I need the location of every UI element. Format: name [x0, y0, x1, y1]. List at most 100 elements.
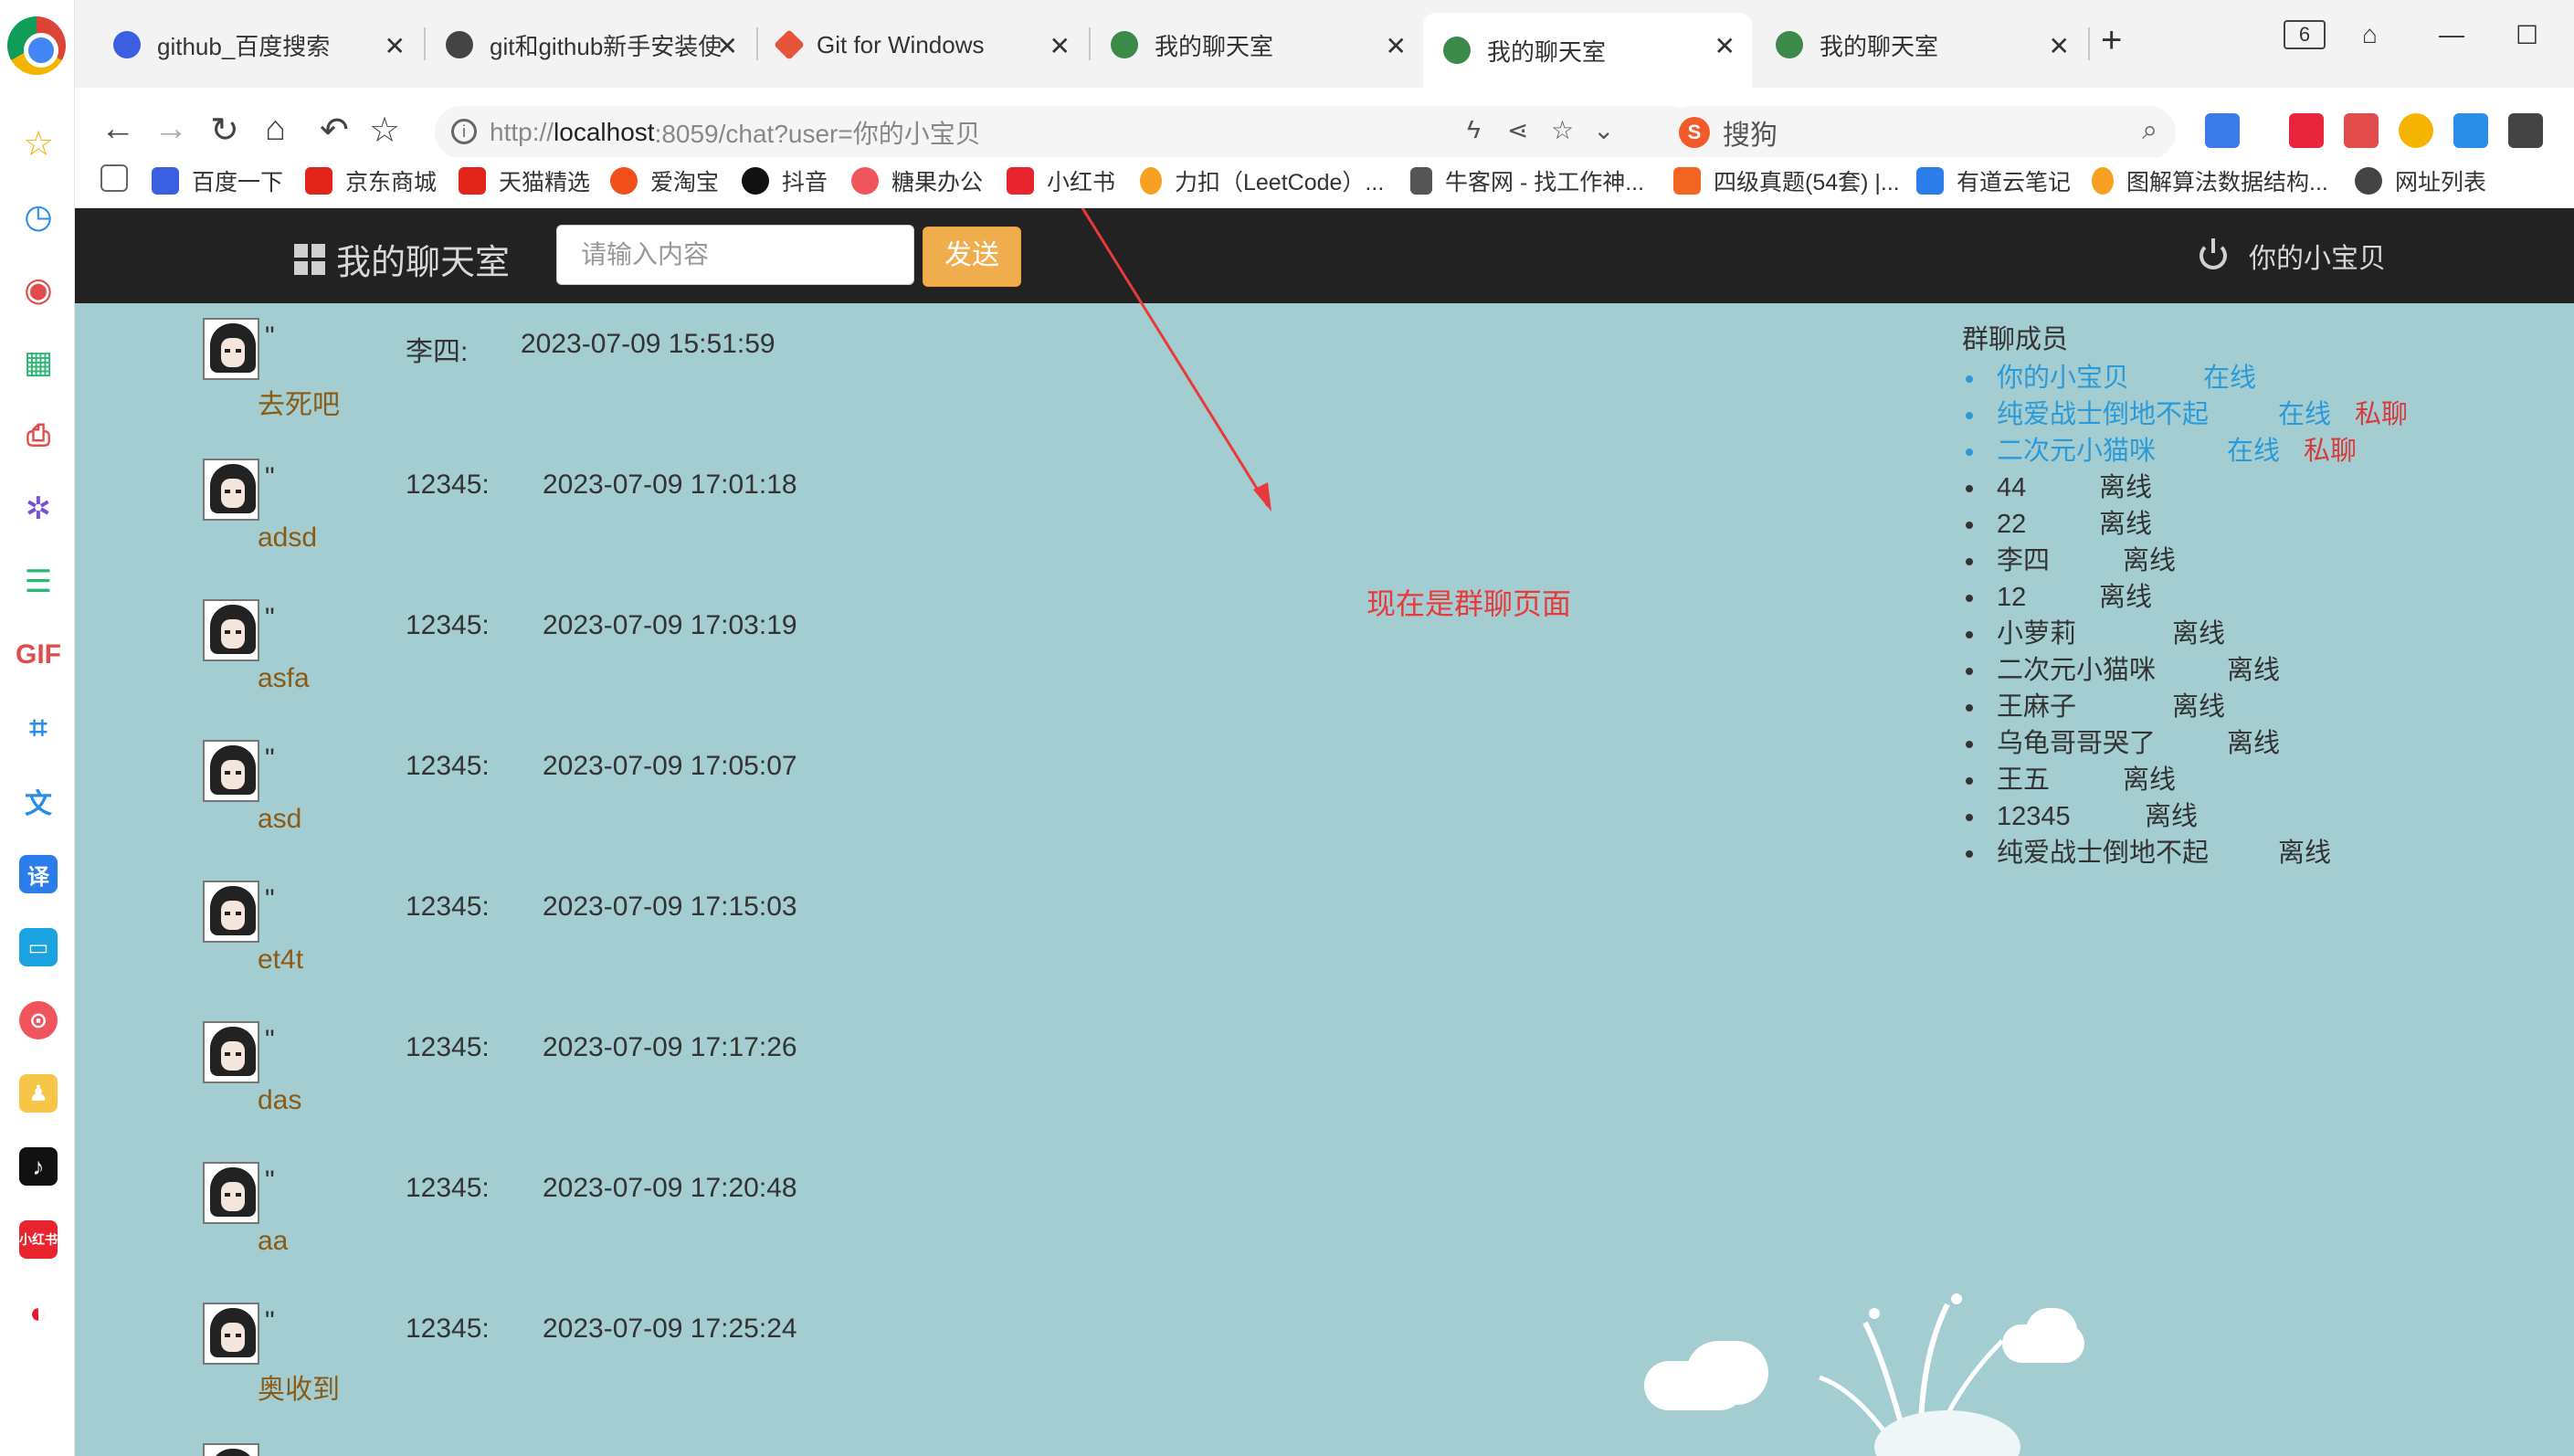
- chatroom-icon: [1443, 37, 1471, 64]
- bookmark-item[interactable]: 四级真题(54套) |...: [1673, 164, 1900, 197]
- record-icon[interactable]: ◉: [19, 270, 58, 309]
- undo-icon[interactable]: ↶: [320, 110, 349, 151]
- tab-chatroom-1[interactable]: 我的聊天室 ✕: [1091, 13, 1423, 77]
- lightning-icon[interactable]: ϟ: [1467, 115, 1481, 144]
- qrcode-icon[interactable]: ▦: [19, 343, 58, 382]
- member-item[interactable]: 王五 离线: [1962, 762, 2209, 798]
- bookmark-item[interactable]: 爱淘宝: [610, 164, 719, 197]
- tab-title: git和github新手安装使: [490, 32, 723, 60]
- member-status: 离线: [2227, 656, 2281, 685]
- pdf-icon[interactable]: ⎙: [19, 417, 58, 455]
- crop-icon[interactable]: ⌗: [19, 709, 58, 747]
- back-icon[interactable]: ←: [100, 110, 135, 149]
- bookmark-item[interactable]: 京东商城: [305, 164, 437, 197]
- close-icon[interactable]: ✕: [1714, 31, 1735, 61]
- member-item[interactable]: 你的小宝贝 在线: [1962, 360, 2256, 396]
- member-item[interactable]: 22 离线: [1962, 506, 2209, 543]
- screenshot-icon[interactable]: [2453, 113, 2488, 148]
- star-icon[interactable]: ☆: [19, 124, 58, 164]
- search-box[interactable]: S 搜狗 ⌕: [1664, 106, 2176, 159]
- dropdown-icon[interactable]: ⌄: [1593, 115, 1614, 145]
- game-icon[interactable]: ♟: [19, 1074, 58, 1113]
- private-chat-link[interactable]: 私聊: [2355, 396, 2408, 433]
- tab-title: 我的聊天室: [1487, 37, 1607, 66]
- bookmark-item[interactable]: 抖音: [742, 164, 828, 197]
- notes-icon[interactable]: ☰: [19, 563, 58, 601]
- maximize-icon[interactable]: ☐: [2516, 20, 2538, 50]
- member-status: 离线: [2099, 583, 2153, 612]
- member-status: 离线: [2145, 802, 2199, 831]
- ocr-icon[interactable]: 文: [19, 782, 58, 820]
- close-icon[interactable]: ✕: [717, 31, 738, 61]
- favorite-icon[interactable]: ☆: [1551, 115, 1574, 145]
- fountain-elephant-icon: [1819, 1293, 2020, 1456]
- member-item[interactable]: 李四 离线: [1962, 543, 2209, 579]
- bookmark-item[interactable]: 力扣（LeetCode）...: [1140, 164, 1384, 197]
- member-item[interactable]: 12 离线: [1962, 579, 2209, 616]
- search-icon[interactable]: ⌕: [2142, 115, 2157, 146]
- bookmark-item[interactable]: 百度一下: [152, 164, 283, 197]
- bug-icon[interactable]: ✲: [19, 490, 58, 528]
- history-icon[interactable]: ◷: [19, 197, 58, 236]
- member-item[interactable]: 纯爱战士倒地不起 在线 私聊: [1962, 396, 2408, 433]
- tangguo-icon: [851, 167, 879, 195]
- download-icon[interactable]: [2508, 113, 2543, 148]
- home-icon[interactable]: ⌂: [265, 110, 286, 149]
- member-status: 离线: [2172, 692, 2226, 722]
- translate-icon[interactable]: 译: [19, 855, 58, 893]
- info-icon[interactable]: i: [451, 119, 477, 144]
- close-icon[interactable]: ✕: [1050, 31, 1071, 61]
- reload-icon[interactable]: ↻: [210, 110, 239, 151]
- skin-icon[interactable]: ⌂: [2362, 20, 2378, 49]
- chatroom-icon: [1111, 31, 1138, 58]
- member-item[interactable]: 二次元小猫咪 离线: [1962, 652, 2280, 689]
- sidebar-toggle-icon[interactable]: [100, 164, 141, 192]
- member-item[interactable]: 王麻子 离线: [1962, 689, 2225, 725]
- tab-git-install[interactable]: git和github新手安装使 ✕: [426, 13, 754, 77]
- music-icon[interactable]: [2289, 113, 2324, 148]
- weibo-icon[interactable]: ◐: [19, 1293, 58, 1332]
- member-item[interactable]: 二次元小猫咪 在线 私聊: [1962, 433, 2357, 470]
- new-tab-button[interactable]: +: [2101, 20, 2122, 61]
- tab-github-baidu[interactable]: github_百度搜索 ✕: [93, 13, 422, 77]
- member-status: 离线: [2123, 765, 2177, 795]
- xiaohongshu-icon[interactable]: 小红书: [19, 1220, 58, 1259]
- share-icon[interactable]: ⋖: [1507, 115, 1528, 145]
- bookmark-item[interactable]: 糖果办公: [851, 164, 983, 197]
- member-item[interactable]: 乌龟哥哥哭了 离线: [1962, 725, 2280, 762]
- member-item[interactable]: 纯爱战士倒地不起 离线: [1962, 835, 2331, 871]
- tiktok-icon[interactable]: ♪: [19, 1147, 58, 1186]
- tab-git-for-windows[interactable]: Git for Windows ✕: [758, 13, 1087, 77]
- bookmark-item[interactable]: 网址列表: [2355, 164, 2486, 197]
- member-status: 在线: [2278, 400, 2332, 429]
- pdf-tool-icon[interactable]: [2344, 113, 2379, 148]
- address-bar[interactable]: i http://localhost:8059/chat?user=你的小宝贝: [435, 106, 1695, 159]
- bookmark-item[interactable]: 图解算法数据结构...: [2092, 164, 2328, 197]
- globe-icon: [2355, 167, 2382, 195]
- apps-grid-icon[interactable]: [2205, 113, 2240, 148]
- apps-icon[interactable]: ⊙: [19, 1001, 58, 1039]
- member-item[interactable]: 小萝莉 离线: [1962, 616, 2225, 652]
- url-path: :8059/chat?user=你的小宝贝: [654, 120, 981, 148]
- member-item[interactable]: 44 离线: [1962, 470, 2209, 506]
- close-icon[interactable]: ✕: [2049, 31, 2070, 61]
- private-chat-link[interactable]: 私聊: [2304, 433, 2357, 470]
- tab-chatroom-2[interactable]: 我的聊天室 ✕: [1423, 13, 1752, 88]
- baidu-icon: [113, 31, 141, 58]
- member-item[interactable]: 12345 离线: [1962, 798, 2209, 835]
- close-icon[interactable]: ✕: [385, 31, 406, 61]
- bookmark-item[interactable]: 小红书: [1007, 164, 1115, 197]
- night-mode-icon[interactable]: [2399, 113, 2433, 148]
- bookmark-item[interactable]: 天猫精选: [459, 164, 590, 197]
- minimize-icon[interactable]: —: [2439, 20, 2464, 49]
- bookmark-item[interactable]: 牛客网 - 找工作神...: [1410, 164, 1644, 197]
- tab-chatroom-3[interactable]: 我的聊天室 ✕: [1756, 13, 2086, 77]
- tab-count-badge[interactable]: 6: [2284, 20, 2326, 49]
- gif-icon[interactable]: GIF: [16, 636, 61, 674]
- close-icon[interactable]: ✕: [1386, 31, 1407, 61]
- member-status: 离线: [2227, 729, 2281, 758]
- screen-icon[interactable]: ▭: [19, 928, 58, 966]
- bookmark-star-icon[interactable]: ☆: [369, 110, 400, 151]
- forward-icon[interactable]: →: [153, 110, 188, 149]
- bookmark-item[interactable]: 有道云笔记: [1916, 164, 2071, 197]
